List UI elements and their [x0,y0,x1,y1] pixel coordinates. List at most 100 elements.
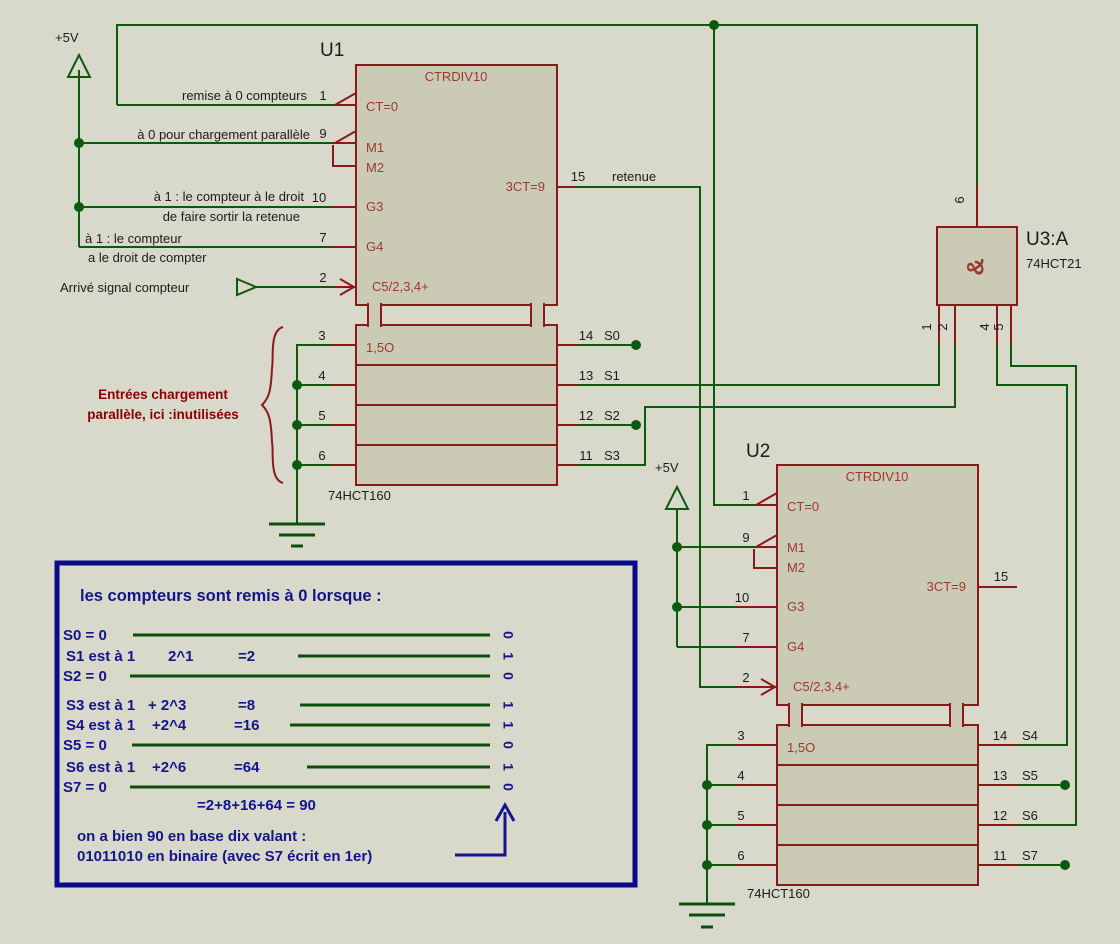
u2-ref: U2 [746,441,770,462]
u2-fn-m1: M1 [787,540,805,555]
u1-pin15-number: 15 [571,169,585,184]
annotation-count-en-1: à 1 : le compteur [85,231,182,246]
junction-dot [1060,860,1070,870]
net-label-s3: S3 [604,448,620,463]
note-row-label: S4 est à 1 [66,717,135,734]
annotation-load-mode: à 0 pour chargement parallèle [137,127,310,142]
u1-fn-m2: M2 [366,160,384,175]
note-row-bit: 0 [500,672,516,680]
clock-input-port-icon[interactable] [236,277,259,297]
u2-load-label: 1,5O [787,740,815,755]
junction-dot [631,340,641,350]
u2-pin11-number: 11 [993,848,1007,863]
u3-pin2-number: 2 [935,323,950,330]
u2-pin14-number: 14 [993,728,1007,743]
u3-and-symbol: & [962,258,989,275]
u2-pin12-number: 12 [993,808,1007,823]
wire-u2-reset-drop[interactable] [713,25,756,506]
u1-pin13-number: 13 [579,368,593,383]
u1-power-label: +5V [55,30,79,45]
parallel-inputs-brace [260,326,284,484]
u3-pin5-number: 5 [991,323,1006,330]
u3-pin4-number: 4 [977,323,992,330]
u3-part: 74HCT21 [1026,256,1082,271]
net-label-s1: S1 [604,368,620,383]
junction-dot [702,820,712,830]
note-conclusion-1: on a bien 90 en base dix valant : [77,828,306,845]
u2-fn-clk: C5/2,3,4+ [793,679,850,694]
note-row-term: + 2^3 [148,697,186,714]
annotation-parallel-2: parallèle, ici :inutilisées [87,407,239,422]
net-label-retenue: retenue [612,169,656,184]
u3-pin6-number: 6 [952,196,967,203]
junction-dot [1060,780,1070,790]
u1-fn-clk: C5/2,3,4+ [372,279,429,294]
note-row-value: =2 [238,648,255,665]
note-row-value: =16 [234,717,259,734]
u2-fn-g3: G3 [787,599,804,614]
net-label-s7: S7 [1022,848,1038,863]
u2-pin3-number: 3 [737,728,744,743]
net-label-s4: S4 [1022,728,1038,743]
note-row-value: =8 [238,697,255,714]
annotation-clock-in: Arrivé signal compteur [60,280,190,295]
u1-part: 74HCT160 [328,488,391,503]
u2-fn-g4: G4 [787,639,804,654]
u2-pin1-arrow-icon [752,491,778,506]
u1-pin10-number: 10 [312,190,326,205]
u1-device: CTRDIV10 [425,69,488,84]
u2-part: 74HCT160 [747,886,810,901]
annotation-count-en-2: a le droit de compter [88,250,207,265]
note-row-label: S0 = 0 [63,627,107,644]
u3-ref: U3:A [1026,229,1069,250]
junction-dot [702,780,712,790]
u2-ground-icon[interactable] [679,901,735,929]
u2-pin4-number: 4 [737,768,744,783]
u1-pin11-number: 11 [579,448,593,463]
note-conclusion-2: 01011010 en binaire (avec S7 écrit en 1e… [77,848,372,865]
note-row-value: =64 [234,759,260,776]
u1-fn-g4: G4 [366,239,383,254]
note-row-label: S7 = 0 [63,779,107,796]
junction-dot [631,420,641,430]
junction-dot [702,860,712,870]
u2-leg-left [790,702,801,728]
wire-net-s4[interactable] [996,345,1068,746]
u2-m2-loop [753,549,777,569]
annotation-carry-en-2: de faire sortir la retenue [163,209,300,224]
u1-ground-icon[interactable] [269,521,325,548]
u1-pin6-number: 6 [318,448,325,463]
u1-ref: U1 [320,40,344,61]
junction-dot [672,542,682,552]
note-row-label: S2 = 0 [63,668,107,685]
wire-net-s1[interactable] [577,345,940,386]
note-row-bit: 0 [500,631,516,639]
note-row-label: S1 est à 1 [66,648,135,665]
wire-u1-load-rail[interactable] [296,344,332,521]
u1-leg-right [532,302,543,328]
u2-pin7-number: 7 [742,630,749,645]
u2-power-arrow-icon[interactable] [664,484,690,510]
u2-fn-carry: 3CT=9 [927,579,966,594]
u3-pin1-number: 1 [919,323,934,330]
note-row-term: 2^1 [168,648,193,665]
note-row-term: +2^6 [152,759,186,776]
u1-leg-left [369,302,380,328]
junction-dot [74,138,84,148]
u2-fn-ct: CT=0 [787,499,819,514]
u1-fn-ct: CT=0 [366,99,398,114]
junction-dot [672,602,682,612]
u1-pin5-number: 5 [318,408,325,423]
annotation-reset: remise à 0 compteurs [182,88,307,103]
note-row-bit: 1 [500,721,516,729]
note-row-bit: 1 [500,701,516,709]
note-title: les compteurs sont remis à 0 lorsque : [80,587,382,605]
net-label-s6: S6 [1022,808,1038,823]
u1-pin9-number: 9 [319,126,326,141]
u2-pin6-number: 6 [737,848,744,863]
u1-pin9-arrow-icon [331,129,357,144]
u1-fn-g3: G3 [366,199,383,214]
u1-pin4-number: 4 [318,368,325,383]
note-row-term: +2^4 [152,717,187,734]
note-row-label: S5 = 0 [63,737,107,754]
